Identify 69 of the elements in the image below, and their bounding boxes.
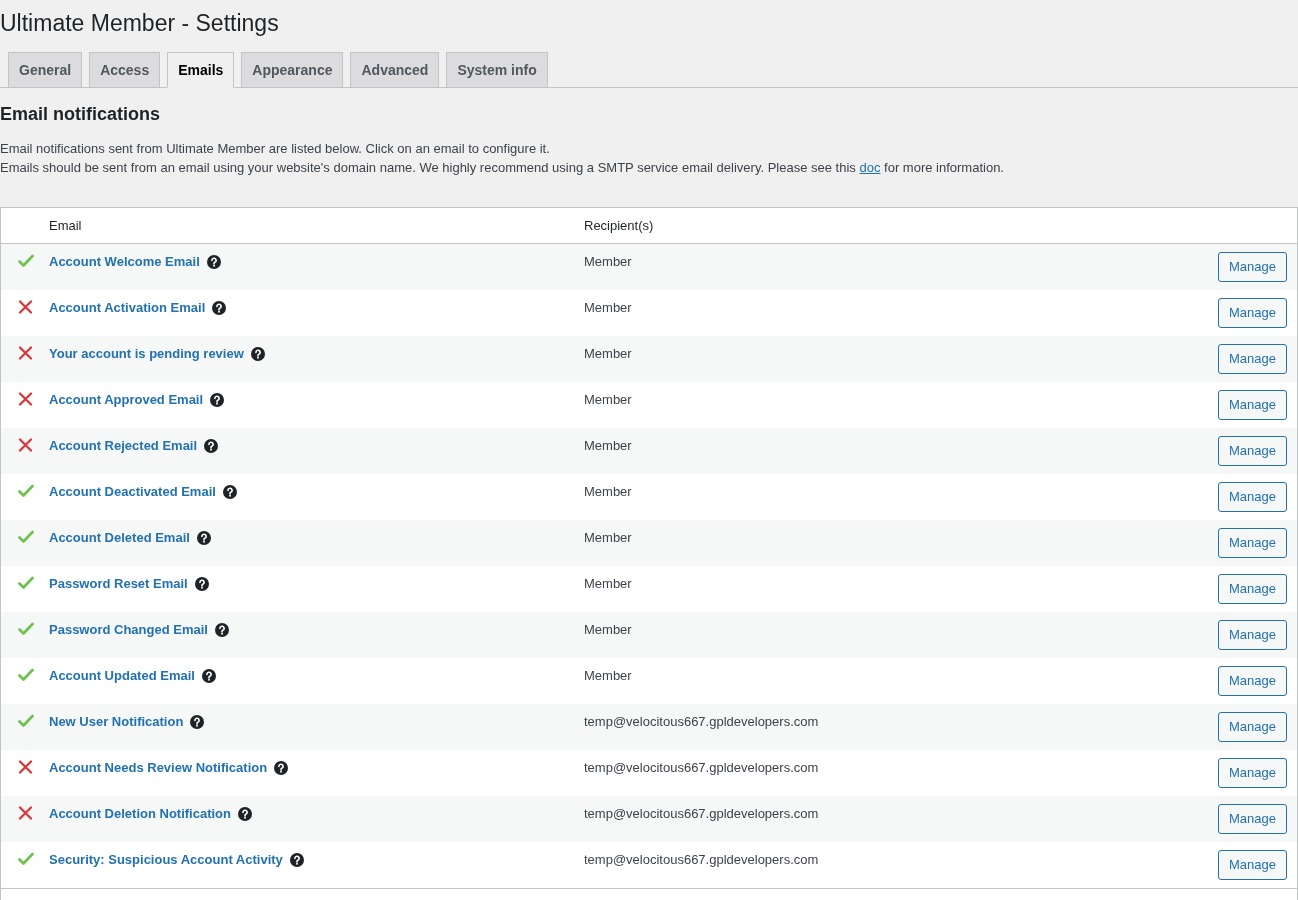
help-icon[interactable] xyxy=(206,254,221,269)
manage-button[interactable]: Manage xyxy=(1218,574,1287,604)
recipient-text: Member xyxy=(584,621,632,639)
email-link[interactable]: Security: Suspicious Account Activity xyxy=(49,850,283,869)
email-link[interactable]: Account Activation Email xyxy=(49,298,206,317)
recipient-text: Member xyxy=(584,345,632,363)
manage-button[interactable]: Manage xyxy=(1218,758,1287,788)
doc-link[interactable]: doc xyxy=(859,160,881,175)
manage-button[interactable]: Manage xyxy=(1218,666,1287,696)
email-link[interactable]: Account Approved Email xyxy=(49,390,204,409)
help-icon[interactable] xyxy=(289,852,304,867)
manage-button[interactable]: Manage xyxy=(1218,390,1287,420)
settings-tab[interactable]: System info xyxy=(446,52,548,88)
recipient-text: Member xyxy=(584,299,632,317)
recipient-text: Member xyxy=(584,575,632,593)
help-icon[interactable] xyxy=(274,760,289,775)
advice-text: Emails should be sent from an email using your website's domain name. We highly recommend using a SMTP service email delivery. Please see this doc for more information. xyxy=(0,159,1004,177)
intro-text: Email notifications sent from Ultimate Member are listed below. Click on an email to configure it. xyxy=(0,140,550,158)
recipient-text: Member xyxy=(584,253,632,271)
email-link[interactable]: Account Deactivated Email xyxy=(49,482,216,501)
recipient-text: Member xyxy=(584,391,632,409)
section-heading: Email notifications xyxy=(0,103,161,126)
help-icon[interactable] xyxy=(201,668,216,683)
email-link[interactable]: Password Reset Email xyxy=(49,574,188,593)
recipient-text: temp@velocitous667.gpldevelopers.com xyxy=(584,851,819,869)
settings-tab[interactable]: Emails xyxy=(167,52,235,88)
settings-tab[interactable]: Access xyxy=(89,52,161,88)
page-title: Ultimate Member - Settings xyxy=(0,9,279,38)
settings-tab[interactable]: Advanced xyxy=(350,52,440,88)
recipient-text: Member xyxy=(584,529,632,547)
email-link[interactable]: Account Deletion Notification xyxy=(49,804,231,823)
manage-button[interactable]: Manage xyxy=(1218,712,1287,742)
help-icon[interactable] xyxy=(250,346,265,361)
recipient-text: temp@velocitous667.gpldevelopers.com xyxy=(584,713,819,731)
manage-button[interactable]: Manage xyxy=(1218,344,1287,374)
help-icon[interactable] xyxy=(214,622,229,637)
manage-button[interactable]: Manage xyxy=(1218,850,1287,880)
help-icon[interactable] xyxy=(190,714,205,729)
manage-button[interactable]: Manage xyxy=(1218,620,1287,650)
help-icon[interactable] xyxy=(210,392,225,407)
recipient-text: Member xyxy=(584,437,632,455)
help-icon[interactable] xyxy=(212,300,227,315)
manage-button[interactable]: Manage xyxy=(1218,298,1287,328)
email-link[interactable]: Account Welcome Email xyxy=(49,252,200,271)
manage-button[interactable]: Manage xyxy=(1218,436,1287,466)
help-icon[interactable] xyxy=(204,438,219,453)
email-link[interactable]: Account Updated Email xyxy=(49,666,195,685)
recipient-text: temp@velocitous667.gpldevelopers.com xyxy=(584,759,819,777)
manage-button[interactable]: Manage xyxy=(1218,252,1287,282)
manage-button[interactable]: Manage xyxy=(1218,804,1287,834)
recipient-text: Member xyxy=(584,483,632,501)
email-link[interactable]: Your account is pending review xyxy=(49,344,244,363)
settings-tab[interactable]: General xyxy=(8,52,83,88)
settings-tab[interactable]: Appearance xyxy=(241,52,344,88)
help-icon[interactable] xyxy=(196,530,211,545)
manage-button[interactable]: Manage xyxy=(1218,482,1287,512)
email-link[interactable]: New User Notification xyxy=(49,712,184,731)
help-icon[interactable] xyxy=(222,484,237,499)
help-icon[interactable] xyxy=(238,806,252,821)
recipient-text: Member xyxy=(584,667,632,685)
manage-button[interactable]: Manage xyxy=(1218,528,1287,558)
column-header: Recipient(s) xyxy=(583,217,655,235)
help-icon[interactable] xyxy=(194,576,209,591)
email-link[interactable]: Account Rejected Email xyxy=(49,436,198,455)
recipient-text: temp@velocitous667.gpldevelopers.com xyxy=(584,805,819,823)
column-header: Email xyxy=(48,217,83,235)
email-link[interactable]: Account Deleted Email xyxy=(49,528,190,547)
email-link[interactable]: Password Changed Email xyxy=(49,620,208,639)
email-link[interactable]: Account Needs Review Notification xyxy=(49,758,268,777)
